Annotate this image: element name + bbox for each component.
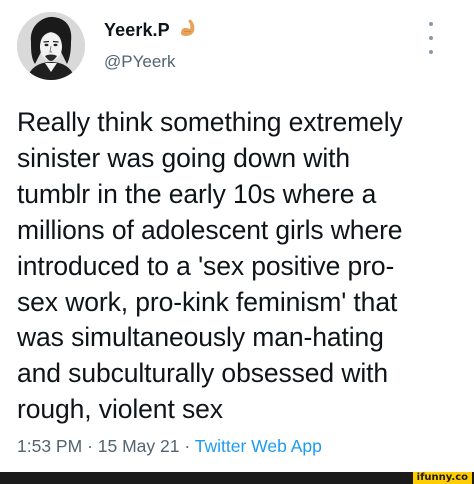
display-name[interactable]: Yeerk.P	[104, 20, 170, 41]
tweet-text-line: Really think something extremely	[17, 107, 403, 137]
more-options-icon-dot	[429, 50, 433, 54]
avatar[interactable]	[17, 12, 85, 80]
more-options-icon	[429, 22, 433, 26]
user-handle[interactable]: @PYeerk	[104, 52, 175, 72]
tweet-text-line: tumblr in the early 10s where a	[17, 178, 377, 209]
meta-separator: ·	[184, 436, 191, 456]
more-options-icon-dot	[429, 36, 433, 40]
tweet-text-line: and subculturally obsessed with	[17, 358, 389, 389]
tweet-text-line: sinister was going down with	[17, 142, 351, 173]
portrait-avatar-icon	[17, 12, 85, 80]
tweet-text-line: sex work, pro-kink feminism' that	[17, 286, 398, 317]
tweet-date[interactable]: 15 May 21	[98, 436, 180, 456]
watermark-bar	[0, 472, 474, 484]
tweet-card: Yeerk.P @PYeerk Really think something e…	[0, 0, 474, 484]
tweet-text-line: millions of adolescent girls where	[17, 214, 403, 245]
tweet-time[interactable]: 1:53 PM	[17, 436, 82, 456]
tweet-text-line: was simultaneously man-hating	[17, 322, 384, 353]
meta-separator: ·	[87, 436, 93, 456]
flexed-arm-emoji-icon	[178, 18, 200, 40]
tweet-text: Really think something extremely siniste…	[17, 105, 467, 428]
tweet-meta: 1:53 PM · 15 May 21 · Twitter Web App	[17, 436, 322, 457]
watermark: ifunny.co	[412, 472, 472, 484]
more-options-button[interactable]	[424, 22, 438, 54]
tweet-text-line: introduced to a 'sex positive pro-	[17, 250, 395, 281]
source-app-link[interactable]: Twitter Web App	[195, 436, 322, 456]
tweet-text-line: rough, violent sex	[17, 394, 223, 425]
